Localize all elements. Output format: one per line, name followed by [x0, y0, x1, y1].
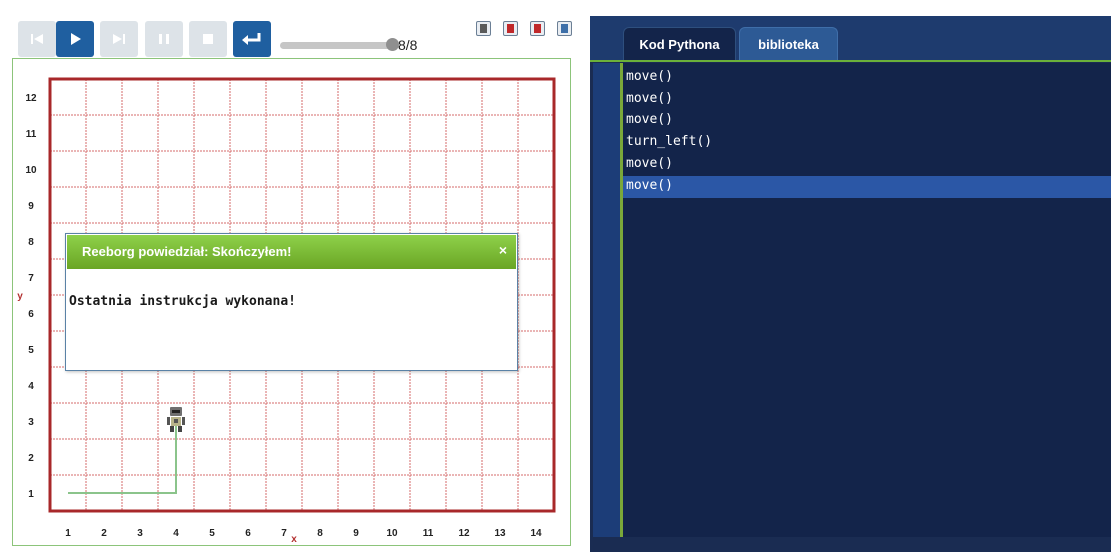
edit-world-icon[interactable] — [557, 21, 572, 36]
code-text: move() — [626, 112, 673, 128]
gutter-separator — [620, 63, 623, 537]
y-tick-label: 8 — [28, 237, 34, 248]
y-tick-label: 6 — [28, 309, 34, 320]
y-tick-label: 11 — [26, 129, 37, 140]
x-tick-label: 11 — [423, 528, 434, 539]
editor-tab-bar: Kod Pythona biblioteka — [590, 16, 1111, 62]
x-tick-label: 7 — [281, 528, 287, 539]
x-tick-label: 9 — [353, 528, 359, 539]
run-button[interactable] — [56, 21, 94, 57]
code-line[interactable]: 5move() — [593, 154, 1111, 176]
pause-button[interactable] — [145, 21, 183, 57]
x-tick-label: 5 — [209, 528, 215, 539]
stop-button[interactable] — [189, 21, 227, 57]
line-number-gutter — [593, 63, 620, 537]
code-text: turn_left() — [626, 134, 713, 150]
y-tick-label: 1 — [28, 489, 34, 500]
y-tick-label: 12 — [25, 93, 37, 104]
x-axis-label: x — [291, 534, 297, 545]
step-counter: 8/8 — [398, 37, 418, 53]
play-icon — [68, 32, 82, 46]
code-line[interactable]: 3move() — [593, 110, 1111, 132]
code-text: move() — [626, 155, 673, 171]
x-tick-label: 8 — [317, 528, 323, 539]
reload-button[interactable] — [18, 21, 56, 57]
x-tick-label: 6 — [245, 528, 251, 539]
delete-robot-icon[interactable] — [503, 21, 518, 36]
y-tick-label: 10 — [25, 165, 37, 176]
x-tick-label: 13 — [494, 528, 506, 539]
x-tick-label: 14 — [530, 528, 542, 539]
code-line[interactable]: 1move() — [593, 67, 1111, 89]
y-tick-label: 2 — [28, 453, 34, 464]
delete-objects-icon[interactable] — [530, 21, 545, 36]
y-tick-label: 9 — [28, 201, 34, 212]
completion-dialog: Reeborg powiedział: Skończyłem! × Ostatn… — [65, 233, 518, 371]
code-line[interactable]: 2move() — [593, 89, 1111, 111]
y-tick-label: 3 — [28, 417, 34, 428]
y-axis-label: y — [17, 291, 23, 302]
skip-back-icon — [30, 32, 44, 46]
dialog-message: Ostatnia instrukcja wykonana! — [69, 294, 296, 309]
x-tick-label: 3 — [137, 528, 143, 539]
return-arrow-icon — [241, 31, 263, 47]
stop-icon — [201, 32, 215, 46]
pause-icon — [157, 32, 171, 46]
dialog-title: Reeborg powiedział: Skończyłem! — [82, 244, 292, 259]
code-area[interactable]: 1move()2move()3move()4turn_left()5move()… — [593, 63, 1111, 537]
x-tick-label: 2 — [101, 528, 107, 539]
code-line[interactable]: 4turn_left() — [593, 132, 1111, 154]
x-tick-label: 10 — [386, 528, 398, 539]
step-forward-icon — [112, 32, 126, 46]
code-line[interactable]: 6move() — [593, 175, 1111, 198]
code-text: move() — [626, 69, 673, 84]
robot-view-icon[interactable] — [476, 21, 491, 36]
step-slider[interactable] — [280, 38, 399, 51]
y-tick-label: 5 — [28, 345, 34, 356]
close-icon[interactable]: × — [499, 242, 507, 258]
step-button[interactable] — [100, 21, 138, 57]
x-tick-label: 1 — [65, 528, 71, 539]
code-editor-panel: Kod Pythona biblioteka 1move()2move()3mo… — [590, 16, 1111, 552]
code-text: move() — [626, 90, 673, 106]
x-tick-label: 12 — [458, 528, 470, 539]
tab-python-code[interactable]: Kod Pythona — [623, 27, 736, 61]
y-tick-label: 4 — [28, 381, 34, 392]
return-button[interactable] — [233, 21, 271, 57]
dialog-header: Reeborg powiedział: Skończyłem! × — [67, 235, 516, 269]
code-text: move() — [626, 177, 673, 193]
y-tick-label: 7 — [28, 273, 34, 284]
tab-underline — [590, 60, 1111, 62]
tab-library[interactable]: biblioteka — [739, 27, 838, 61]
x-tick-label: 4 — [173, 528, 179, 539]
